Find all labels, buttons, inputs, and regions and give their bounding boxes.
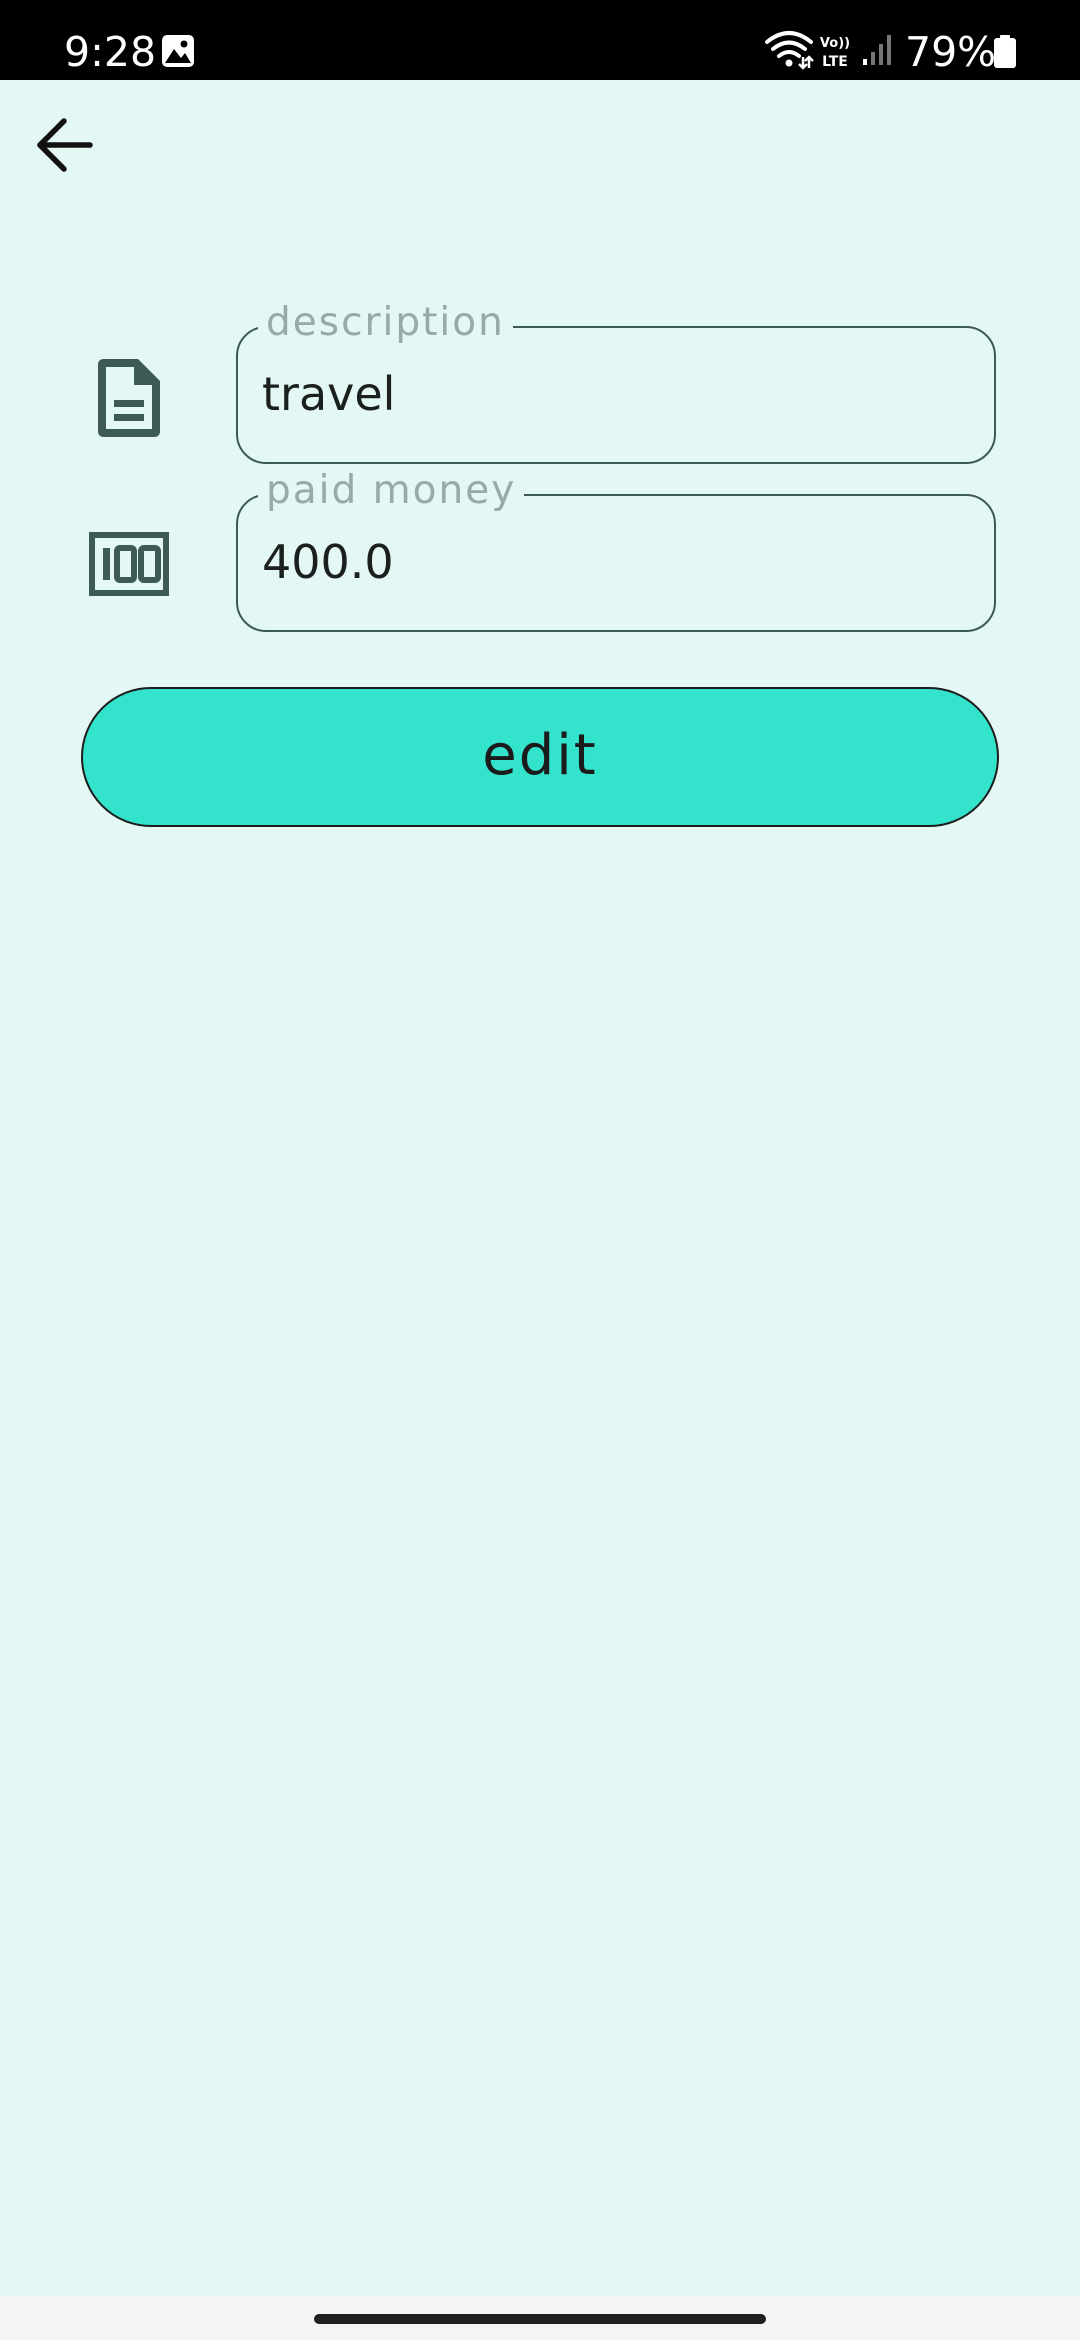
gallery-icon: [162, 35, 194, 67]
money-100-icon: [89, 532, 169, 596]
description-input[interactable]: [262, 364, 962, 424]
description-field[interactable]: description: [236, 298, 996, 464]
status-bar: 9:28 Vo)) LTE 79%: [0, 0, 1080, 80]
lte-bottom-text: LTE: [822, 54, 848, 69]
wifi-icon: [765, 31, 814, 70]
app-screen: 9:28 Vo)) LTE 79% description travel pai…: [0, 0, 1080, 2340]
arrow-left-icon: [37, 118, 93, 172]
paid-money-input[interactable]: [262, 532, 962, 592]
lte-top-text: Vo)): [820, 36, 850, 51]
paid-money-field[interactable]: paid money: [236, 466, 996, 632]
battery-icon: [994, 35, 1016, 68]
signal-icon: [863, 35, 891, 65]
description-label: description: [258, 298, 513, 348]
home-indicator[interactable]: [314, 2314, 766, 2324]
paid-money-label: paid money: [258, 466, 525, 516]
status-time: 9:28: [64, 28, 157, 76]
back-button[interactable]: [30, 110, 100, 180]
edit-button[interactable]: edit: [81, 687, 999, 827]
battery-percentage: 79%: [905, 28, 997, 76]
navigation-bar: [0, 2296, 1080, 2340]
volte-lte-icon: Vo)) LTE: [820, 36, 850, 69]
document-icon: [98, 359, 160, 437]
